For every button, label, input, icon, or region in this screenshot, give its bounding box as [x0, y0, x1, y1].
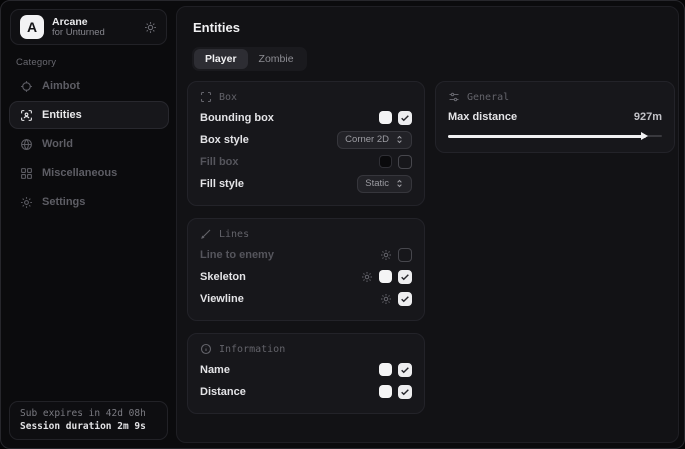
info-icon	[200, 343, 212, 355]
app-window: A Arcane for Unturned Category Aimbot	[0, 0, 685, 449]
crosshair-icon	[20, 80, 33, 93]
brand-subtitle: for Unturned	[52, 28, 105, 39]
skeleton-checkbox[interactable]	[398, 270, 412, 284]
sidebar-item-label: World	[42, 138, 73, 150]
slider-fill	[448, 135, 646, 138]
bounding-box-checkbox[interactable]	[398, 111, 412, 125]
sidebar-item-label: Settings	[42, 196, 85, 208]
main-panel: Entities Player Zombie Box Bounding box	[176, 6, 679, 443]
sidebar: A Arcane for Unturned Category Aimbot	[1, 1, 176, 448]
color-swatch[interactable]	[379, 111, 392, 124]
entity-tabs: Player Zombie	[192, 47, 307, 71]
sub-expires-text: Sub expires in 42d 08h	[20, 408, 157, 419]
brand-logo: A	[20, 15, 44, 39]
information-section-title: Information	[219, 344, 285, 355]
setting-row-fill-style: Fill style Static	[200, 173, 412, 194]
diagonal-line-icon	[200, 228, 212, 240]
sidebar-item-aimbot[interactable]: Aimbot	[9, 72, 169, 100]
distance-checkbox[interactable]	[398, 385, 412, 399]
setting-row-name: Name	[200, 359, 412, 380]
color-swatch[interactable]	[379, 385, 392, 398]
color-swatch[interactable]	[379, 155, 392, 168]
sidebar-item-label: Aimbot	[42, 80, 80, 92]
brand-card: A Arcane for Unturned	[10, 9, 167, 45]
check-icon	[400, 365, 410, 375]
globe-icon	[20, 138, 33, 151]
sidebar-item-label: Entities	[42, 109, 82, 121]
setting-row-fill-box: Fill box	[200, 151, 412, 172]
gear-icon	[20, 196, 33, 209]
right-column: General Max distance 927m	[435, 81, 675, 153]
line-to-enemy-checkbox[interactable]	[398, 248, 412, 262]
page-title: Entities	[193, 20, 240, 35]
fill-box-checkbox[interactable]	[398, 155, 412, 169]
information-section-header: Information	[200, 343, 412, 355]
entities-scan-icon	[20, 109, 33, 122]
tab-zombie[interactable]: Zombie	[248, 49, 305, 69]
tab-player[interactable]: Player	[194, 49, 248, 69]
name-checkbox[interactable]	[398, 363, 412, 377]
gear-icon[interactable]	[144, 21, 157, 34]
setting-row-skeleton: Skeleton	[200, 266, 412, 287]
brand-text: Arcane for Unturned	[52, 16, 105, 39]
brand-title: Arcane	[52, 16, 105, 28]
check-icon	[400, 113, 410, 123]
slider-thumb-arrow[interactable]	[641, 132, 648, 140]
color-swatch[interactable]	[379, 363, 392, 376]
lines-section-header: Lines	[200, 228, 412, 240]
lines-section-card: Lines Line to enemy Skeleton	[187, 218, 425, 321]
setting-row-viewline: Viewline	[200, 288, 412, 309]
sidebar-item-miscellaneous[interactable]: Miscellaneous	[9, 159, 169, 187]
scan-corners-icon	[200, 91, 212, 103]
gear-icon[interactable]	[380, 293, 392, 305]
sidebar-item-label: Miscellaneous	[42, 167, 117, 179]
session-duration-text: Session duration 2m 9s	[20, 421, 157, 432]
max-distance-slider[interactable]	[448, 131, 662, 141]
lines-section-title: Lines	[219, 229, 249, 240]
gear-icon[interactable]	[361, 271, 373, 283]
sliders-icon	[448, 91, 460, 103]
sidebar-item-world[interactable]: World	[9, 130, 169, 158]
unfold-icon	[395, 135, 404, 144]
color-swatch[interactable]	[379, 270, 392, 283]
check-icon	[400, 387, 410, 397]
setting-row-distance: Distance	[200, 381, 412, 402]
left-column: Box Bounding box Box style C	[187, 81, 425, 414]
fill-style-select[interactable]: Static	[357, 175, 412, 193]
gear-icon[interactable]	[380, 249, 392, 261]
unfold-icon	[395, 179, 404, 188]
setting-row-line-to-enemy: Line to enemy	[200, 244, 412, 265]
setting-row-max-distance: Max distance 927m	[448, 107, 662, 127]
box-style-select[interactable]: Corner 2D	[337, 131, 412, 149]
max-distance-value: 927m	[634, 111, 662, 123]
general-section-title: General	[467, 92, 509, 103]
information-section-card: Information Name Distance	[187, 333, 425, 414]
sidebar-item-entities[interactable]: Entities	[9, 101, 169, 129]
subscription-status-card: Sub expires in 42d 08h Session duration …	[9, 401, 168, 440]
box-section-card: Box Bounding box Box style C	[187, 81, 425, 206]
setting-row-bounding-box: Bounding box	[200, 107, 412, 128]
sidebar-item-settings[interactable]: Settings	[9, 188, 169, 216]
box-section-title: Box	[219, 92, 237, 103]
box-section-header: Box	[200, 91, 412, 103]
general-section-header: General	[448, 91, 662, 103]
general-section-card: General Max distance 927m	[435, 81, 675, 153]
setting-row-box-style: Box style Corner 2D	[200, 129, 412, 150]
sidebar-nav: Aimbot Entities World Miscellaneous	[9, 72, 169, 216]
viewline-checkbox[interactable]	[398, 292, 412, 306]
check-icon	[400, 272, 410, 282]
category-label: Category	[16, 57, 56, 68]
grid-icon	[20, 167, 33, 180]
check-icon	[400, 294, 410, 304]
